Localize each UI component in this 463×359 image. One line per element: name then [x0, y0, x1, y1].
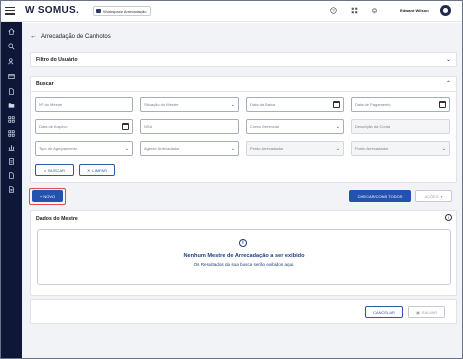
bell-icon[interactable]	[370, 6, 379, 15]
chevron-down-icon: ⌄	[124, 146, 129, 152]
collection-point-placeholder-1: Ponto Arrecadador	[250, 146, 284, 151]
calendar-icon[interactable]	[439, 101, 446, 108]
chevron-down-icon[interactable]: ⌄	[446, 56, 451, 63]
master-status-select[interactable]: Situação do Mestre ⌄	[140, 97, 239, 112]
chart-icon[interactable]	[0, 142, 22, 152]
grid-icon[interactable]	[0, 114, 22, 124]
nsa-placeholder: NSA	[144, 124, 153, 129]
calendar-icon[interactable]	[122, 123, 129, 130]
actions-dropdown[interactable]: AÇÕES ▾	[415, 190, 452, 202]
save-icon: ▣	[416, 309, 420, 315]
master-status-placeholder: Situação do Mestre	[144, 102, 179, 107]
workspace-selector[interactable]: Workspace Arrecadação	[93, 6, 151, 16]
user-filter-panel[interactable]: Filtro do Usuário ⌄	[30, 52, 457, 67]
top-bar: W SOMUS. Workspace Arrecadação ? Edward …	[0, 0, 463, 22]
workspace-label: Workspace Arrecadação	[103, 8, 147, 14]
file-date-input[interactable]: Data de Arquivo	[35, 119, 133, 134]
user-name[interactable]: Edward Wilson	[400, 8, 429, 13]
clear-button[interactable]: ✕ LIMPAR	[79, 164, 115, 176]
search-button-label: BUSCAR	[48, 167, 65, 173]
collecting-agent-select[interactable]: Agente Arrecadador ⌄	[140, 141, 239, 156]
file-icon[interactable]	[0, 170, 22, 180]
folder-icon[interactable]	[0, 100, 22, 110]
collection-point-select-1: Ponto Arrecadador ⌄	[246, 141, 344, 156]
clear-button-label: LIMPAR	[92, 167, 107, 173]
write-off-date-placeholder: Data da Baixa	[250, 102, 276, 107]
home-icon[interactable]	[0, 26, 22, 36]
save-button[interactable]: ▣ SALVAR	[408, 306, 445, 318]
actions-label: AÇÕES	[424, 193, 439, 199]
footer-bar: CANCELAR ▣ SALVAR	[30, 299, 457, 324]
search-panel: Buscar ⌃ Nº do Mestre Situação do Mestre…	[30, 76, 457, 183]
empty-state: i Nenhum Mestre de Arrecadação a ser exi…	[37, 229, 451, 285]
save-button-label: SALVAR	[421, 309, 437, 315]
new-button-label: + NOVO	[39, 193, 56, 199]
grouping-type-placeholder: Tipo de Agrupamento	[39, 146, 78, 151]
write-off-date-input[interactable]: Data da Baixa	[246, 97, 344, 112]
main-content: ← Arrecadação de Canhotos Filtro do Usuá…	[22, 23, 463, 359]
menu-icon[interactable]	[5, 7, 15, 15]
cancel-button-label: CANCELAR	[373, 309, 395, 315]
document-icon[interactable]	[0, 86, 22, 96]
master-data-title: Dados do Mestre	[36, 216, 78, 222]
info-circle-icon: i	[239, 239, 247, 247]
page-title: Arrecadação de Canhotos	[41, 33, 111, 40]
users-icon[interactable]	[0, 56, 22, 66]
caret-down-icon: ▾	[440, 193, 443, 199]
chevron-down-icon: ⌄	[335, 146, 340, 152]
ledger-account-select[interactable]: Conta Gerencial ⌄	[246, 119, 344, 134]
chevron-down-icon: ⌄	[230, 102, 235, 108]
cancel-button[interactable]: CANCELAR	[365, 306, 403, 318]
back-arrow-icon[interactable]: ←	[30, 33, 37, 40]
chevron-up-icon[interactable]: ⌃	[446, 80, 451, 87]
collection-point-placeholder-2: Ponto Arrecadador	[355, 146, 389, 151]
grid-icon[interactable]	[0, 128, 22, 138]
chevron-down-icon: ⌄	[335, 124, 340, 130]
search-panel-title: Buscar	[36, 81, 54, 87]
divider	[31, 91, 456, 92]
check-all-button-label: CHECAR/CONS TODOS	[357, 193, 403, 199]
nsa-input[interactable]: NSA	[140, 119, 239, 134]
master-number-input[interactable]: Nº do Mestre	[35, 97, 133, 112]
report-icon[interactable]	[0, 156, 22, 166]
master-number-placeholder: Nº do Mestre	[39, 102, 63, 107]
new-button[interactable]: + NOVO	[32, 190, 63, 202]
search-icon: ⌕	[44, 167, 47, 173]
svg-text:?: ?	[332, 8, 335, 13]
grouping-type-select[interactable]: Tipo de Agrupamento ⌄	[35, 141, 133, 156]
search-button[interactable]: ⌕ BUSCAR	[35, 164, 74, 176]
file-icon[interactable]	[0, 184, 22, 194]
payment-date-placeholder: Data de Pagamento	[355, 102, 391, 107]
close-icon: ✕	[87, 167, 91, 173]
logo-mark: W	[25, 5, 38, 16]
workspace-icon	[96, 9, 101, 13]
avatar[interactable]	[440, 5, 451, 16]
collecting-agent-placeholder: Agente Arrecadador	[144, 146, 180, 151]
check-all-button[interactable]: CHECAR/CONS TODOS	[349, 190, 411, 202]
account-description-field: Descrição da Conta	[351, 119, 450, 134]
master-data-panel: Dados do Mestre i i Nenhum Mestre de Arr…	[30, 210, 457, 296]
ledger-account-placeholder: Conta Gerencial	[250, 124, 279, 129]
logo-text: SOMUS.	[37, 5, 80, 16]
empty-state-title: Nenhum Mestre de Arrecadação a ser exibi…	[183, 253, 305, 259]
card-icon[interactable]	[0, 71, 22, 81]
sidebar	[0, 0, 22, 359]
help-icon[interactable]: ?	[329, 6, 338, 15]
collection-point-select-2: Ponto Arrecadador ⌄	[351, 141, 450, 156]
account-description-placeholder: Descrição da Conta	[355, 124, 391, 129]
apps-icon[interactable]	[350, 6, 359, 15]
chevron-down-icon: ⌄	[441, 146, 446, 152]
search-icon[interactable]	[0, 41, 22, 51]
app-logo: W SOMUS.	[25, 5, 79, 16]
file-date-placeholder: Data de Arquivo	[39, 124, 68, 129]
page-header: ← Arrecadação de Canhotos	[30, 33, 111, 40]
chevron-down-icon: ⌄	[230, 146, 235, 152]
info-icon[interactable]: i	[445, 214, 452, 221]
calendar-icon[interactable]	[333, 101, 340, 108]
empty-state-subtitle: Os Resultados da sua busca serão exibido…	[193, 262, 295, 267]
user-filter-title: Filtro do Usuário	[36, 57, 78, 63]
payment-date-input[interactable]: Data de Pagamento	[351, 97, 450, 112]
